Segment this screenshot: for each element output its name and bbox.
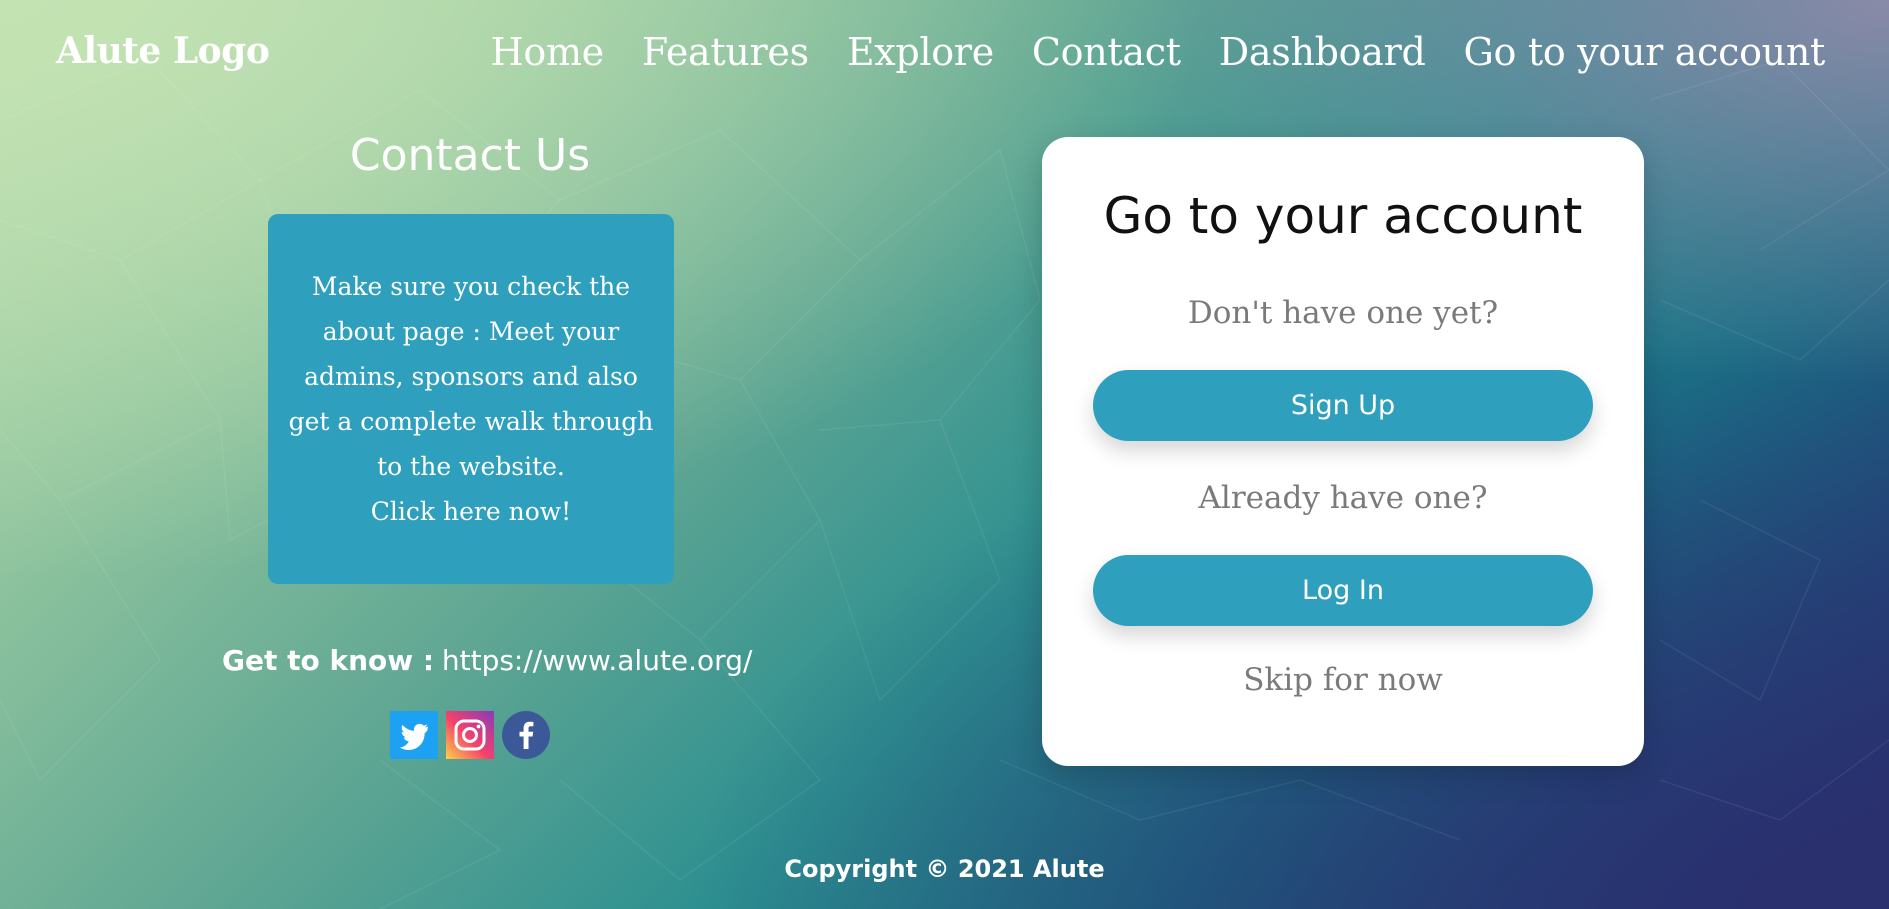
contact-title: Contact Us	[349, 130, 591, 181]
account-card-title: Go to your account	[1103, 187, 1583, 245]
nav-features[interactable]: Features	[642, 30, 809, 74]
website-link[interactable]: https://www.alute.org/	[442, 644, 753, 677]
about-cta-link[interactable]: Click here now!	[371, 489, 571, 534]
nav-account[interactable]: Go to your account	[1463, 30, 1825, 74]
instagram-icon[interactable]	[446, 711, 494, 759]
social-links	[390, 711, 550, 759]
site-logo[interactable]: Alute Logo	[56, 30, 270, 72]
get-to-know-label: Get to know :	[222, 644, 435, 677]
top-navbar: Alute Logo Home Features Explore Contact…	[0, 0, 1889, 108]
main-nav: Home Features Explore Contact Dashboard …	[491, 30, 1826, 74]
nav-explore[interactable]: Explore	[847, 30, 994, 74]
about-info-box[interactable]: Make sure you check the about page : Mee…	[268, 214, 674, 584]
nav-dashboard[interactable]: Dashboard	[1219, 30, 1426, 74]
sign-up-button[interactable]: Sign Up	[1093, 370, 1593, 441]
footer-copyright: Copyright © 2021 Alute	[784, 855, 1105, 883]
nav-home[interactable]: Home	[491, 30, 605, 74]
twitter-icon[interactable]	[390, 711, 438, 759]
login-prompt: Already have one?	[1198, 480, 1488, 516]
about-info-text: Make sure you check the about page : Mee…	[288, 272, 654, 481]
account-card: Go to your account Don't have one yet? S…	[1042, 137, 1644, 766]
nav-contact[interactable]: Contact	[1032, 30, 1181, 74]
skip-link[interactable]: Skip for now	[1042, 662, 1644, 698]
signup-prompt: Don't have one yet?	[1187, 295, 1499, 331]
get-to-know-row: Get to know : https://www.alute.org/	[222, 644, 752, 677]
facebook-icon[interactable]	[502, 711, 550, 759]
log-in-button[interactable]: Log In	[1093, 555, 1593, 626]
